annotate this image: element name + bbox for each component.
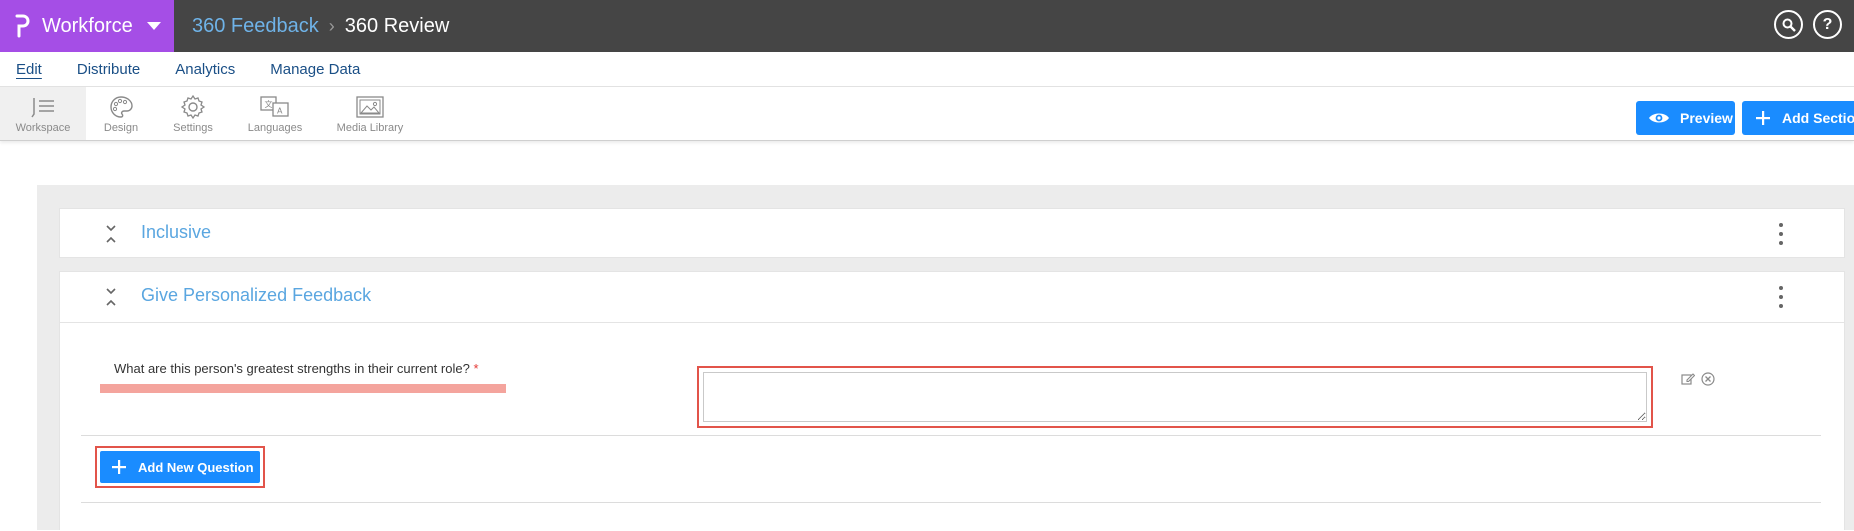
breadcrumb-current: 360 Review [344, 14, 450, 37]
plus-icon [1756, 111, 1770, 125]
section-title[interactable]: Inclusive [141, 222, 211, 243]
tool-settings[interactable]: Settings [168, 87, 218, 140]
app-name: Workforce [42, 14, 133, 37]
main-menu: Edit Distribute Analytics Manage Data [0, 52, 1854, 87]
workforce-logo-icon [12, 11, 32, 41]
help-button[interactable]: ? [1813, 10, 1842, 39]
preview-label: Preview [1680, 110, 1733, 126]
gear-icon [180, 94, 206, 120]
chevron-right-icon: › [328, 15, 335, 36]
edit-icon [1681, 373, 1695, 385]
question-highlight [100, 384, 506, 393]
section-inclusive: Inclusive [59, 208, 1845, 258]
question-label: What are this person's greatest strength… [114, 361, 479, 376]
translate-icon: 文A [260, 94, 290, 120]
tool-label: Workspace [15, 121, 71, 134]
help-icon: ? [1822, 15, 1833, 33]
top-actions: ? [1774, 10, 1854, 39]
top-bar: Workforce 360 Feedback › 360 Review ? [0, 0, 1854, 52]
tool-label: Languages [247, 121, 303, 134]
menu-analytics[interactable]: Analytics [175, 61, 235, 78]
question-actions [1681, 372, 1715, 386]
editor-toolbar: Workspace Design Settings 文A Languages M… [0, 87, 1854, 141]
chevron-down-icon [146, 22, 161, 30]
search-button[interactable] [1774, 10, 1803, 39]
plus-icon [112, 460, 126, 474]
tool-label: Media Library [336, 121, 404, 134]
menu-distribute[interactable]: Distribute [77, 61, 140, 78]
edit-question-button[interactable] [1681, 372, 1695, 386]
section-title[interactable]: Give Personalized Feedback [141, 285, 371, 306]
breadcrumb-parent[interactable]: 360 Feedback [192, 15, 319, 38]
tool-languages[interactable]: 文A Languages [244, 87, 306, 140]
svg-text:文: 文 [265, 99, 273, 109]
section-header: Inclusive [60, 209, 1844, 259]
required-mark: * [473, 361, 479, 376]
workspace-icon [30, 94, 56, 120]
tool-workspace[interactable]: Workspace [0, 87, 86, 140]
menu-edit[interactable]: Edit [16, 61, 42, 78]
question-text: What are this person's greatest strength… [114, 361, 470, 376]
tool-label: Design [103, 121, 139, 134]
eye-icon [1648, 111, 1670, 125]
close-circle-icon [1701, 372, 1715, 386]
question-divider [81, 435, 1821, 436]
add-section-label: Add Section [1782, 110, 1854, 126]
answer-textarea[interactable] [703, 372, 1647, 422]
search-icon [1782, 18, 1796, 32]
collapse-icon[interactable] [104, 286, 118, 308]
answer-field-frame [697, 366, 1653, 428]
preview-button[interactable]: Preview [1636, 101, 1735, 135]
section-footer-divider [81, 502, 1821, 503]
more-options-icon[interactable] [1776, 223, 1786, 245]
tool-label: Settings [173, 121, 213, 134]
add-question-inner: Add New Question [100, 451, 260, 483]
menu-manage-data[interactable]: Manage Data [270, 61, 360, 78]
delete-question-button[interactable] [1701, 372, 1715, 386]
palette-icon [108, 94, 134, 120]
tool-design[interactable]: Design [98, 87, 144, 140]
breadcrumb: 360 Feedback › 360 Review [192, 0, 449, 52]
svg-text:A: A [277, 106, 283, 115]
app-switcher[interactable]: Workforce [0, 0, 174, 52]
tool-media-library[interactable]: Media Library [334, 87, 406, 140]
collapse-icon[interactable] [104, 223, 118, 245]
add-section-button[interactable]: Add Section [1742, 101, 1854, 135]
section-header: Give Personalized Feedback [60, 272, 1844, 322]
more-options-icon[interactable] [1776, 286, 1786, 308]
image-icon [356, 94, 384, 120]
add-question-label: Add New Question [138, 459, 254, 475]
add-question-button[interactable]: Add New Question [95, 446, 265, 488]
